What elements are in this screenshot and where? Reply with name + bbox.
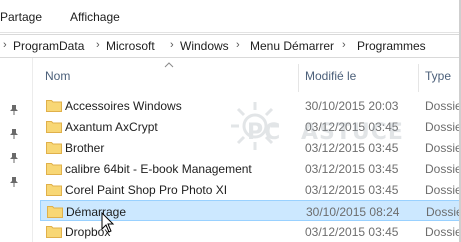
pin-icon[interactable] — [9, 128, 19, 140]
breadcrumb-microsoft[interactable]: Microsoft — [106, 39, 155, 53]
file-type: Dossie — [425, 162, 461, 176]
breadcrumb-programmes[interactable]: Programmes — [357, 39, 426, 53]
folder-icon — [46, 141, 62, 154]
file-row[interactable]: Brother 03/12/2015 03:45 Dossie — [40, 137, 461, 158]
column-header-row: Nom Modifié le Type — [34, 58, 461, 92]
column-header-type[interactable]: Type — [425, 69, 451, 83]
folder-icon — [46, 162, 62, 175]
folder-icon — [46, 183, 62, 196]
file-date: 03/12/2015 03:45 — [305, 183, 399, 197]
file-date: 03/12/2015 03:45 — [305, 141, 399, 155]
file-row[interactable]: calibre 64bit - E-book Management 03/12/… — [40, 158, 461, 179]
navigation-pane[interactable] — [0, 58, 33, 242]
folder-icon — [47, 205, 63, 218]
file-date: 03/12/2015 03:45 — [305, 162, 399, 176]
file-row[interactable]: Accessoires Windows 30/10/2015 20:03 Dos… — [40, 95, 461, 116]
chevron-right-icon[interactable]: › — [342, 39, 346, 51]
pin-icon[interactable] — [9, 176, 19, 188]
file-type: Dossie — [426, 205, 461, 219]
file-date: 30/10/2015 20:03 — [305, 99, 399, 113]
file-name: Brother — [65, 141, 105, 155]
mouse-cursor-icon — [101, 211, 115, 234]
chevron-right-icon[interactable]: › — [96, 39, 100, 51]
tab-affichage[interactable]: Affichage — [70, 10, 120, 24]
breadcrumb-menu-demarrer[interactable]: Menu Démarrer — [250, 39, 334, 53]
column-divider[interactable] — [418, 64, 419, 92]
column-divider[interactable] — [298, 64, 299, 92]
file-name: calibre 64bit - E-book Management — [65, 162, 252, 176]
file-type: Dossie — [425, 225, 461, 239]
file-date: 30/10/2015 08:24 — [306, 205, 400, 219]
file-type: Dossie — [425, 141, 461, 155]
folder-icon — [46, 225, 62, 238]
column-header-name[interactable]: Nom — [45, 69, 70, 83]
file-row[interactable]: Axantum AxCrypt 03/12/2015 03:45 Dossie — [40, 116, 461, 137]
folder-icon — [46, 120, 62, 133]
tab-partage[interactable]: Partage — [0, 10, 42, 24]
breadcrumb-programdata[interactable]: ProgramData — [13, 39, 84, 53]
sort-up-icon — [164, 58, 174, 68]
ribbon-tab-bar: Partage Affichage — [0, 0, 461, 32]
file-name: Corel Paint Shop Pro Photo XI — [65, 183, 228, 197]
breadcrumb-windows[interactable]: Windows — [180, 39, 229, 53]
file-type: Dossie — [425, 120, 461, 134]
file-name: Accessoires Windows — [65, 99, 182, 113]
file-type: Dossie — [425, 99, 461, 113]
chevron-right-icon[interactable]: › — [236, 39, 240, 51]
file-row[interactable]: Corel Paint Shop Pro Photo XI 03/12/2015… — [40, 179, 461, 200]
ribbon-divider — [0, 32, 461, 33]
folder-icon — [46, 99, 62, 112]
file-list: Accessoires Windows 30/10/2015 20:03 Dos… — [34, 92, 461, 242]
column-header-modified[interactable]: Modifié le — [305, 69, 356, 83]
chevron-right-icon[interactable]: › — [170, 39, 174, 51]
file-name: Démarrage — [66, 205, 127, 219]
pin-icon[interactable] — [9, 104, 19, 116]
file-date: 03/12/2015 03:45 — [305, 120, 399, 134]
pin-icon[interactable] — [9, 152, 19, 164]
file-type: Dossie — [425, 183, 461, 197]
file-name: Axantum AxCrypt — [65, 120, 158, 134]
breadcrumb[interactable]: › ProgramData › Microsoft › Windows › Me… — [0, 34, 461, 58]
file-date: 03/12/2015 03:45 — [305, 225, 399, 239]
chevron-right-icon: › — [3, 39, 7, 51]
